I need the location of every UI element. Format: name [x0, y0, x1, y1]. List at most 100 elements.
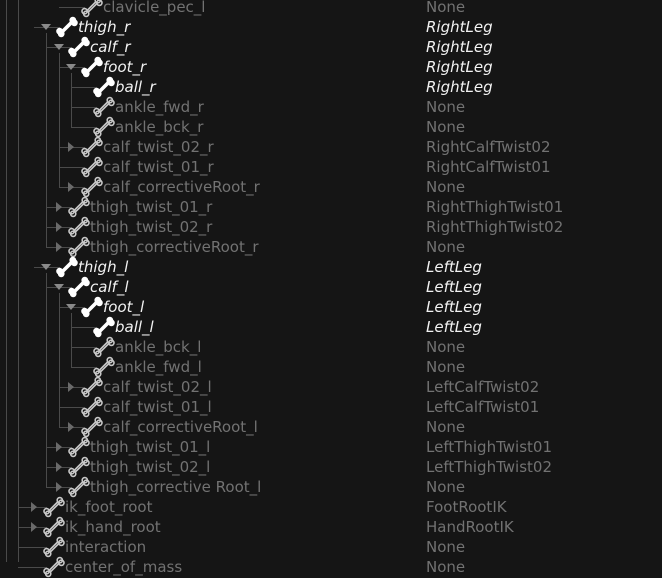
bone-name: ik_hand_root	[65, 518, 161, 536]
bone-icon	[56, 16, 78, 38]
bone-name: center_of_mass	[65, 558, 183, 576]
expand-arrow-right-icon[interactable]	[65, 421, 77, 433]
bone-icon	[93, 76, 115, 98]
bone-row[interactable]: thigh_corrective Root_l None	[0, 476, 662, 498]
bone-mapping-value[interactable]: LeftLeg	[426, 277, 482, 297]
bone-mapping-value[interactable]: None	[426, 117, 465, 137]
bone-mapping-value[interactable]: RightLeg	[426, 17, 493, 37]
bone-row[interactable]: calf_twist_02_r RightCalfTwist02	[0, 136, 662, 158]
bone-name: calf_l	[90, 278, 129, 296]
bone-row[interactable]: center_of_mass None	[0, 556, 662, 578]
bone-row[interactable]: interaction None	[0, 536, 662, 558]
bone-row[interactable]: thigh_twist_01_l LeftThighTwist01	[0, 436, 662, 458]
bone-icon	[56, 256, 78, 278]
bone-mapping-value[interactable]: LeftLeg	[426, 297, 482, 317]
bone-row[interactable]: thigh_correctiveRoot_r None	[0, 236, 662, 258]
bone-row[interactable]: calf_correctiveRoot_l None	[0, 416, 662, 438]
bone-row[interactable]: calf_twist_02_l LeftCalfTwist02	[0, 376, 662, 398]
expand-arrow-right-icon[interactable]	[53, 241, 65, 253]
bone-icon	[81, 416, 103, 438]
bone-row[interactable]: calf_r RightLeg	[0, 36, 662, 58]
bone-name: calf_correctiveRoot_l	[103, 418, 258, 436]
bone-mapping-value[interactable]: FootRootIK	[426, 497, 507, 517]
expand-arrow-right-icon[interactable]	[53, 201, 65, 213]
bone-row[interactable]: thigh_twist_02_l LeftThighTwist02	[0, 456, 662, 478]
bone-mapping-value[interactable]: None	[426, 177, 465, 197]
bone-icon	[68, 436, 90, 458]
bone-row[interactable]: calf_correctiveRoot_r None	[0, 176, 662, 198]
bone-icon	[43, 556, 65, 578]
bone-row[interactable]: thigh_twist_02_r RightThighTwist02	[0, 216, 662, 238]
bone-mapping-value[interactable]: LeftCalfTwist01	[426, 397, 539, 417]
bone-name: calf_twist_02_r	[103, 138, 214, 156]
bone-row[interactable]: thigh_r RightLeg	[0, 16, 662, 38]
bone-mapping-value[interactable]: RightLeg	[426, 57, 493, 77]
bone-mapping-value[interactable]: LeftLeg	[426, 317, 482, 337]
bone-mapping-value[interactable]: LeftThighTwist02	[426, 457, 552, 477]
expand-arrow-down-icon[interactable]	[65, 61, 77, 73]
bone-icon	[81, 156, 103, 178]
expand-arrow-down-icon[interactable]	[53, 281, 65, 293]
expand-arrow-right-icon[interactable]	[65, 381, 77, 393]
expand-arrow-right-icon[interactable]	[53, 461, 65, 473]
bone-icon	[81, 136, 103, 158]
bone-row[interactable]: calf_twist_01_l LeftCalfTwist01	[0, 396, 662, 418]
expand-arrow-down-icon[interactable]	[65, 301, 77, 313]
bone-icon	[68, 196, 90, 218]
bone-icon	[81, 0, 103, 18]
bone-mapping-value[interactable]: None	[426, 0, 465, 17]
bone-mapping-value[interactable]: None	[426, 237, 465, 257]
bone-row[interactable]: ball_l LeftLeg	[0, 316, 662, 338]
bone-mapping-value[interactable]: None	[426, 477, 465, 497]
bone-mapping-value[interactable]: LeftCalfTwist02	[426, 377, 539, 397]
bone-name: thigh_l	[78, 258, 129, 276]
bone-icon	[81, 296, 103, 318]
expand-arrow-down-icon[interactable]	[40, 261, 52, 273]
bone-row[interactable]: foot_l LeftLeg	[0, 296, 662, 318]
bone-row[interactable]: thigh_twist_01_r RightThighTwist01	[0, 196, 662, 218]
bone-row[interactable]: clavicle_pec_l None	[0, 0, 662, 18]
bone-mapping-value[interactable]: None	[426, 417, 465, 437]
expand-arrow-right-icon[interactable]	[28, 501, 40, 513]
bone-row[interactable]: calf_twist_01_r RightCalfTwist01	[0, 156, 662, 178]
bone-name: calf_correctiveRoot_r	[103, 178, 260, 196]
bone-mapping-value[interactable]: RightLeg	[426, 37, 493, 57]
bone-name: ankle_fwd_l	[115, 358, 202, 376]
bone-mapping-value[interactable]: RightThighTwist02	[426, 217, 563, 237]
expand-arrow-down-icon[interactable]	[40, 21, 52, 33]
bone-row[interactable]: ball_r RightLeg	[0, 76, 662, 98]
bone-icon	[68, 236, 90, 258]
bone-row[interactable]: ankle_bck_l None	[0, 336, 662, 358]
bone-icon	[93, 336, 115, 358]
bone-row[interactable]: ik_foot_root FootRootIK	[0, 496, 662, 518]
bone-mapping-value[interactable]: None	[426, 357, 465, 377]
bone-name: foot_r	[103, 58, 147, 76]
bone-mapping-value[interactable]: None	[426, 537, 465, 557]
bone-mapping-value[interactable]: LeftThighTwist01	[426, 437, 552, 457]
bone-mapping-value[interactable]: HandRootIK	[426, 517, 514, 537]
expand-arrow-right-icon[interactable]	[28, 521, 40, 533]
bone-row[interactable]: thigh_l LeftLeg	[0, 256, 662, 278]
bone-icon	[43, 516, 65, 538]
expand-arrow-right-icon[interactable]	[53, 441, 65, 453]
bone-mapping-value[interactable]: None	[426, 337, 465, 357]
expand-arrow-right-icon[interactable]	[53, 481, 65, 493]
expand-arrow-down-icon[interactable]	[53, 41, 65, 53]
bone-row[interactable]: ankle_fwd_r None	[0, 96, 662, 118]
bone-mapping-value[interactable]: LeftLeg	[426, 257, 482, 277]
bone-row[interactable]: ik_hand_root HandRootIK	[0, 516, 662, 538]
expand-arrow-right-icon[interactable]	[53, 221, 65, 233]
bone-row[interactable]: foot_r RightLeg	[0, 56, 662, 78]
bone-row[interactable]: ankle_fwd_l None	[0, 356, 662, 378]
bone-row[interactable]: calf_l LeftLeg	[0, 276, 662, 298]
bone-mapping-value[interactable]: RightLeg	[426, 77, 493, 97]
expand-arrow-right-icon[interactable]	[65, 141, 77, 153]
bone-mapping-value[interactable]: RightCalfTwist02	[426, 137, 551, 157]
bone-mapping-value[interactable]: None	[426, 97, 465, 117]
bone-row[interactable]: ankle_bck_r None	[0, 116, 662, 138]
bone-mapping-value[interactable]: RightCalfTwist01	[426, 157, 551, 177]
bone-name: calf_twist_01_l	[103, 398, 212, 416]
bone-mapping-value[interactable]: None	[426, 557, 465, 577]
expand-arrow-right-icon[interactable]	[65, 181, 77, 193]
bone-mapping-value[interactable]: RightThighTwist01	[426, 197, 563, 217]
